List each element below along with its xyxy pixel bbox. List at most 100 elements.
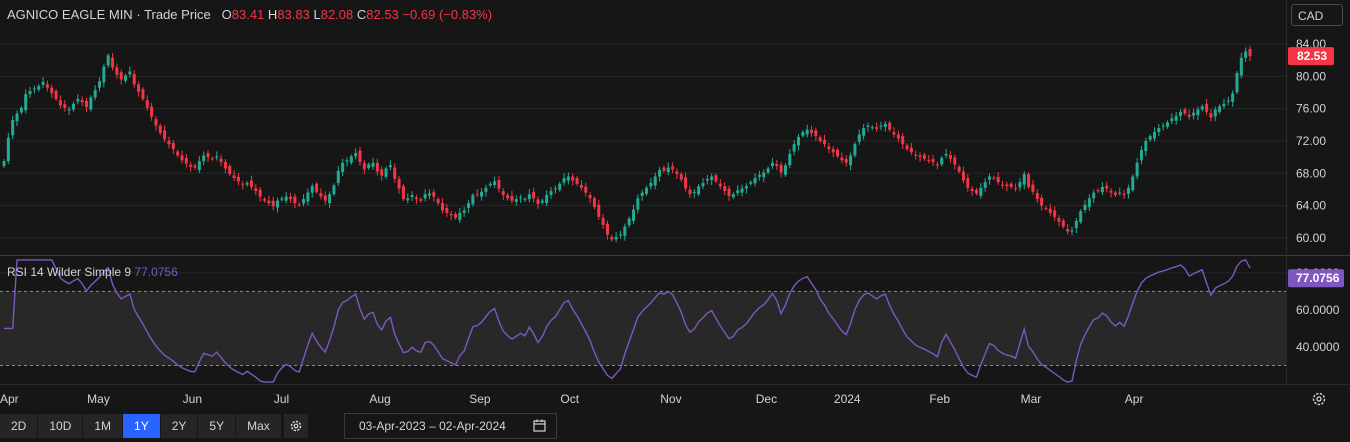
- high-label: H: [267, 7, 278, 22]
- candle-body-down: [966, 178, 970, 188]
- time-axis-label: Aug: [369, 392, 390, 406]
- candle-body-up: [1179, 111, 1183, 116]
- timeframe-button-5y[interactable]: 5Y: [198, 414, 237, 438]
- candle-body-up: [1218, 106, 1222, 112]
- candle-body-down: [145, 100, 149, 108]
- candle-body-down: [254, 188, 258, 192]
- candle-body-down: [184, 157, 188, 164]
- candle-body-down: [241, 183, 245, 185]
- candle-body-up: [1226, 100, 1230, 102]
- change-value: −0.69 (−0.83%): [402, 7, 493, 22]
- candle-body-down: [601, 218, 605, 225]
- candle-body-up: [944, 153, 948, 156]
- candle-body-down: [475, 193, 479, 195]
- candle-body-up: [19, 107, 23, 113]
- candle-body-down: [810, 129, 814, 133]
- candle-body-up: [71, 103, 75, 110]
- timeframe-button-10d[interactable]: 10D: [38, 414, 84, 438]
- candle-body-up: [11, 119, 15, 136]
- axis-settings-icon[interactable]: [1311, 391, 1327, 407]
- date-range-picker[interactable]: 03-Apr-2023 – 02-Apr-2024: [344, 413, 557, 439]
- candle-body-up: [1148, 136, 1152, 140]
- candle-body-up: [627, 218, 631, 226]
- candle-body-up: [1200, 106, 1204, 110]
- candle-body-up: [666, 167, 670, 173]
- candle-body-up: [1174, 115, 1178, 121]
- chart-canvas[interactable]: 84.0080.0076.0072.0068.0064.0060.0080.00…: [0, 0, 1350, 442]
- candle-body-down: [1035, 193, 1039, 200]
- price-tick-label: 60.00: [1296, 231, 1326, 245]
- candle-body-down: [948, 155, 952, 159]
- high-value: 83.83: [277, 7, 310, 22]
- candle-body-up: [1239, 57, 1243, 76]
- timeframe-button-1m[interactable]: 1M: [83, 414, 124, 438]
- candle-body-up: [1087, 198, 1091, 208]
- candle-body-down: [1209, 113, 1213, 118]
- candle-body-up: [623, 226, 627, 236]
- candle-body-up: [89, 97, 93, 110]
- candle-body-up: [788, 153, 792, 166]
- candle-body-down: [210, 158, 214, 160]
- candle-body-up: [632, 209, 636, 221]
- candle-body-up: [879, 125, 883, 127]
- candle-body-down: [684, 177, 688, 189]
- candle-body-up: [1196, 109, 1200, 116]
- candle-body-down: [961, 171, 965, 181]
- candle-body-down: [1057, 218, 1061, 222]
- candle-body-down: [905, 145, 909, 150]
- candle-body-down: [154, 119, 158, 126]
- candle-body-up: [345, 160, 349, 162]
- candle-body-up: [558, 183, 562, 190]
- candle-body-up: [519, 197, 523, 199]
- candle-body-up: [805, 129, 809, 135]
- chart-settings-button[interactable]: [283, 414, 308, 438]
- candle-body-down: [727, 188, 731, 196]
- time-axis-label: May: [87, 392, 110, 406]
- timeframe-button-max[interactable]: Max: [236, 414, 282, 438]
- candle-body-down: [380, 169, 384, 176]
- candle-body-down: [1005, 184, 1009, 187]
- candle-body-up: [753, 178, 757, 184]
- price-tick-label: 68.00: [1296, 166, 1326, 180]
- candle-body-down: [497, 180, 501, 189]
- candle-body-up: [1070, 230, 1074, 232]
- time-axis-label: Feb: [929, 392, 950, 406]
- candle-body-up: [705, 178, 709, 181]
- candle-body-down: [180, 155, 184, 161]
- candle-body-down: [119, 72, 123, 80]
- legend-separator: ·: [136, 7, 141, 22]
- candle-body-up: [1079, 211, 1083, 223]
- candle-body-down: [449, 214, 453, 216]
- candle-body-up: [302, 199, 306, 204]
- candle-body-down: [323, 195, 327, 201]
- candle-body-down: [262, 199, 266, 201]
- candle-body-down: [588, 195, 592, 199]
- candle-body-up: [862, 128, 866, 136]
- candle-body-down: [592, 198, 596, 208]
- candle-body-up: [1213, 109, 1217, 117]
- candle-body-up: [1074, 220, 1078, 229]
- timeframe-button-1y[interactable]: 1Y: [123, 414, 161, 438]
- candle-body-up: [1126, 187, 1130, 194]
- time-axis-label: 2024: [834, 392, 861, 406]
- timeframe-button-2y[interactable]: 2Y: [160, 414, 199, 438]
- candle-body-up: [618, 234, 622, 236]
- currency-select[interactable]: CAD: [1291, 4, 1343, 26]
- candle-body-down: [823, 139, 827, 145]
- time-axis-label: Apr: [0, 392, 19, 406]
- rsi-value-label: 77.0756: [1296, 271, 1340, 285]
- candle-body-up: [658, 170, 662, 177]
- candle-body-down: [718, 183, 722, 187]
- candle-body-down: [189, 164, 193, 167]
- candle-body-up: [202, 155, 206, 162]
- candle-body-up: [306, 192, 310, 202]
- candle-body-up: [1083, 204, 1087, 210]
- candle-body-down: [1109, 191, 1113, 193]
- timeframe-button-2d[interactable]: 2D: [0, 414, 39, 438]
- candle-body-down: [831, 149, 835, 153]
- candle-body-up: [1192, 112, 1196, 116]
- candle-body-down: [167, 140, 171, 145]
- candle-body-up: [988, 176, 992, 180]
- candle-body-down: [132, 73, 136, 85]
- candle-body-up: [796, 136, 800, 146]
